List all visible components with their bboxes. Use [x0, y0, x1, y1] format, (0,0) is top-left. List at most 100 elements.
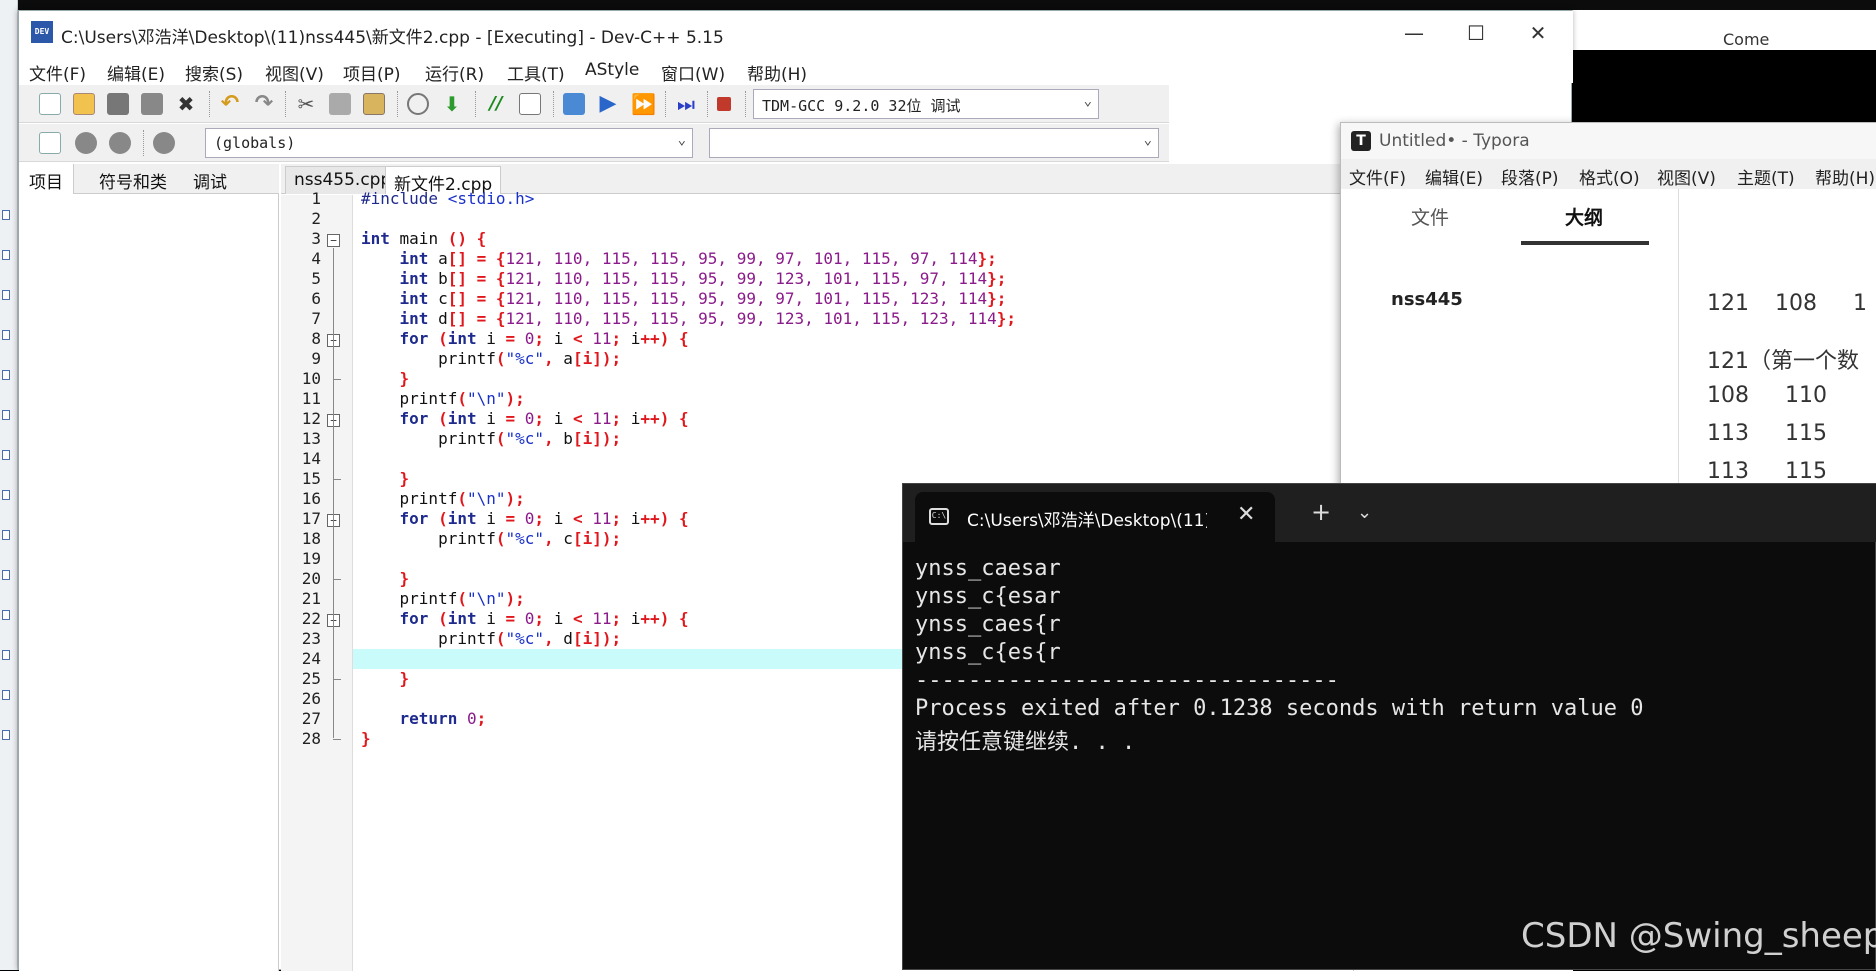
menu-run[interactable]: 运行(R) [425, 60, 484, 85]
code-line-3: int main () { [361, 229, 487, 248]
background-window-text: Come [1723, 30, 1770, 49]
close-button[interactable]: ✕ [1515, 19, 1561, 47]
typora-window-title: Untitled• - Typora [1379, 131, 1530, 151]
close-tab-icon[interactable]: ✕ [1237, 502, 1255, 527]
menu-help[interactable]: 帮助(H) [747, 60, 807, 85]
save-icon[interactable] [107, 93, 129, 115]
typora-title-bar[interactable]: T Untitled• - Typora [1341, 123, 1876, 159]
typora-menu-edit[interactable]: 编辑(E) [1425, 164, 1483, 189]
sidebar-tab-outline[interactable]: 大纲 [1565, 203, 1603, 230]
code-line-11: printf("\n"); [361, 389, 525, 408]
typora-menu-file[interactable]: 文件(F) [1349, 164, 1406, 189]
typora-menu-format[interactable]: 格式(O) [1579, 164, 1640, 189]
stop-icon[interactable] [717, 97, 731, 111]
line-number: 3 [311, 229, 321, 248]
tab-project[interactable]: 项目 [19, 164, 74, 194]
paste-icon[interactable] [363, 93, 385, 115]
code-line-23: printf("%c", d[i]); [361, 629, 622, 648]
line-number: 1 [311, 189, 321, 208]
function-select[interactable]: ⌄ [709, 128, 1159, 158]
comment-icon[interactable]: // [485, 93, 507, 115]
typora-window: T Untitled• - Typora 文件(F) 编辑(E) 段落(P) 格… [1340, 122, 1876, 493]
terminal-output-line: ynss_caesar [915, 556, 1061, 581]
menu-file[interactable]: 文件(F) [29, 60, 86, 85]
tab-symbols[interactable]: 符号和类 [89, 164, 177, 194]
doc-number: 113 [1707, 459, 1749, 484]
outline-tab-underline [1521, 241, 1649, 245]
typora-menu-paragraph[interactable]: 段落(P) [1501, 164, 1559, 189]
add-var-icon[interactable] [109, 132, 131, 154]
code-line-12: for (int i = 0; i < 11; i++) { [361, 409, 689, 428]
devcpp-logo-icon: DEV [31, 21, 53, 43]
typora-menu-theme[interactable]: 主题(T) [1737, 164, 1795, 189]
menu-astyle[interactable]: AStyle [585, 60, 639, 80]
find-icon[interactable] [407, 93, 429, 115]
compiler-select[interactable]: TDM-GCC 9.2.0 32位 调试 ⌄ [753, 89, 1099, 119]
new-file-icon[interactable] [39, 93, 61, 115]
undo-icon[interactable]: ↶ [219, 93, 241, 115]
code-line-27: return 0; [361, 709, 487, 728]
doc-number: 108 [1707, 383, 1749, 408]
typora-document[interactable]: 121 108 1 121（第一个数 108 110 113 115 113 1… [1679, 189, 1876, 493]
typora-menu-view[interactable]: 视图(V) [1657, 164, 1716, 189]
maximize-button[interactable]: ☐ [1453, 19, 1499, 47]
goto-icon[interactable]: ⬇ [441, 93, 463, 115]
terminal-tab[interactable]: C:\ C:\Users\邓浩洋\Desktop\(11)n ✕ [915, 492, 1275, 542]
line-number: 9 [311, 349, 321, 368]
menu-window[interactable]: 窗口(W) [661, 60, 725, 85]
devcpp-title-bar[interactable]: DEV C:\Users\邓浩洋\Desktop\(11)nss445\新文件2… [19, 11, 1573, 55]
project-panel-tabs: 项目 符号和类 调试 [19, 164, 279, 194]
code-line-28: } [361, 729, 371, 748]
compiler-select-value: TDM-GCC 9.2.0 32位 调试 [762, 97, 961, 115]
new-tab-button[interactable]: + [1311, 498, 1331, 526]
scope-select[interactable]: (globals) ⌄ [205, 128, 693, 158]
tab-dropdown-icon[interactable]: ⌄ [1357, 502, 1372, 523]
close-file-icon[interactable]: ✖ [175, 93, 197, 115]
line-number: 26 [301, 689, 321, 708]
run-icon[interactable]: ▶ [597, 93, 619, 115]
copy-icon[interactable] [329, 93, 351, 115]
menu-search[interactable]: 搜索(S) [185, 60, 243, 85]
typora-logo-icon: T [1351, 131, 1371, 151]
cut-icon[interactable]: ✂ [295, 93, 317, 115]
tab-debug[interactable]: 调试 [183, 164, 237, 194]
debug-icon[interactable]: ⏭ [675, 93, 697, 115]
code-line-15: } [361, 469, 410, 488]
outline-item[interactable]: nss445 [1391, 289, 1463, 310]
compile-icon[interactable] [563, 93, 585, 115]
typora-menu-help[interactable]: 帮助(H) [1815, 164, 1875, 189]
background-window: Come [1572, 10, 1876, 50]
code-line-18: printf("%c", c[i]); [361, 529, 622, 548]
line-number: 10 [301, 369, 321, 388]
code-line-21: printf("\n"); [361, 589, 525, 608]
code-line-7: int d[] = {121, 110, 115, 115, 95, 99, 1… [361, 309, 1017, 328]
line-number: 15 [301, 469, 321, 488]
menu-edit[interactable]: 编辑(E) [107, 60, 165, 85]
compile-run-icon[interactable]: ⏩ [631, 93, 656, 115]
open-file-icon[interactable] [73, 93, 95, 115]
code-line-22: for (int i = 0; i < 11; i++) { [361, 609, 689, 628]
minimize-button[interactable]: — [1391, 19, 1437, 47]
format-icon[interactable] [519, 93, 541, 115]
code-line-10: } [361, 369, 410, 388]
line-number: 18 [301, 529, 321, 548]
save-all-icon[interactable] [141, 93, 163, 115]
background-window-strip [0, 0, 18, 970]
code-line-1: #include <stdio.h> [361, 189, 535, 208]
line-number: 4 [311, 249, 321, 268]
line-number: 24 [301, 649, 321, 668]
add-member-icon[interactable] [75, 132, 97, 154]
new-class-icon[interactable] [39, 132, 61, 154]
code-line-9: printf("%c", a[i]); [361, 349, 622, 368]
line-number: 14 [301, 449, 321, 468]
fold-toggle-icon[interactable]: − [327, 234, 340, 247]
line-number: 7 [311, 309, 321, 328]
menu-view[interactable]: 视图(V) [265, 60, 324, 85]
sidebar-tab-files[interactable]: 文件 [1411, 203, 1449, 230]
doc-text: 121（第一个数 [1707, 349, 1859, 374]
redo-icon[interactable]: ↷ [253, 93, 275, 115]
menu-project[interactable]: 项目(P) [343, 60, 401, 85]
insert-icon[interactable] [153, 132, 175, 154]
menu-tools[interactable]: 工具(T) [507, 60, 565, 85]
doc-number: 113 [1707, 421, 1749, 446]
